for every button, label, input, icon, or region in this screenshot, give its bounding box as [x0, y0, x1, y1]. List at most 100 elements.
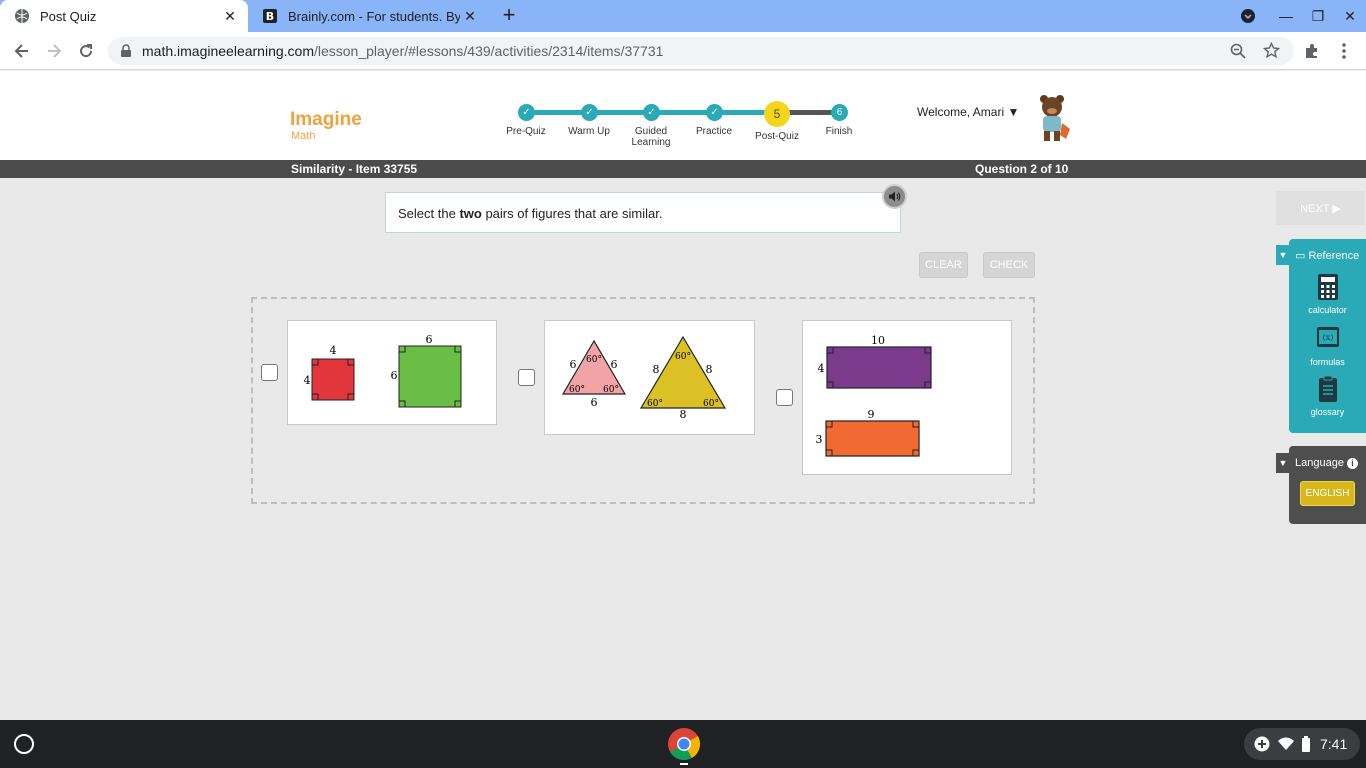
triangles-figure: 6 6 6 60° 60° 60° 8 8 8 60° 60° 60°	[561, 335, 727, 421]
option-1-squares-card[interactable]: 4 4 6 6	[287, 320, 497, 425]
user-menu[interactable]: Welcome, Amari ▼	[917, 105, 1019, 119]
reference-collapse-toggle[interactable]: ▼	[1276, 245, 1290, 265]
calculator-icon	[1316, 273, 1340, 301]
address-bar[interactable]: math.imagineelearning.com/lesson_player/…	[108, 37, 1294, 65]
browser-tab-bar: Post Quiz ✕ B Brainly.com - For students…	[0, 0, 1366, 32]
svg-text:B: B	[266, 10, 274, 23]
small-triangle-right-angle: 60°	[603, 385, 619, 395]
step-post-quiz-current: 5	[764, 101, 790, 127]
small-triangle-base-label: 6	[591, 396, 598, 409]
small-triangle-top-angle: 60°	[586, 355, 602, 365]
small-square-left-label: 4	[304, 374, 311, 387]
large-triangle-right-label: 8	[706, 363, 713, 376]
small-triangle-left-angle: 60°	[569, 385, 585, 395]
formulas-label: formulas	[1310, 357, 1345, 367]
clock: 7:41	[1320, 736, 1348, 752]
tab-brainly[interactable]: B Brainly.com - For students. By st ✕	[248, 0, 488, 32]
step-warm-up-check-icon: ✓	[581, 104, 598, 121]
close-icon[interactable]: ✕	[460, 6, 480, 26]
lock-icon	[120, 44, 132, 63]
speaker-icon[interactable]	[882, 184, 907, 209]
step-label: Pre-Quiz	[506, 126, 546, 137]
globe-icon	[14, 8, 30, 24]
close-window-icon[interactable]: ✕	[1340, 6, 1360, 26]
tab-search-icon[interactable]	[1238, 6, 1258, 26]
step-label: Warm Up	[568, 126, 610, 137]
bottom-rectangle	[825, 420, 920, 457]
svg-text:(x): (x)	[1322, 333, 1333, 342]
logo: Imagine	[290, 109, 362, 130]
glossary-icon	[1316, 375, 1340, 403]
forward-icon[interactable]	[41, 38, 67, 64]
battery-icon	[1302, 736, 1310, 757]
book-icon: ▭	[1295, 250, 1306, 262]
question-counter: Question 2 of 10	[975, 162, 1069, 176]
large-square-left-label: 6	[391, 369, 398, 382]
formulas-icon: (x)	[1316, 325, 1340, 353]
clear-button[interactable]: CLEAR	[919, 252, 968, 278]
large-triangle-left-angle: 60°	[647, 399, 663, 409]
top-rectangle-width-label: 10	[871, 334, 885, 347]
small-square-top-label: 4	[330, 344, 337, 357]
calculator-label: calculator	[1308, 305, 1347, 315]
tab-post-quiz[interactable]: Post Quiz ✕	[0, 0, 248, 32]
step-guided-learning-check-icon: ✓	[643, 104, 660, 121]
english-language-button[interactable]: ENGLISH	[1300, 481, 1355, 506]
option-2-checkbox[interactable]	[518, 369, 535, 386]
os-taskbar: 7:41	[0, 720, 1366, 768]
glossary-button[interactable]: glossary	[1289, 375, 1366, 417]
chrome-icon[interactable]	[667, 727, 701, 765]
step-label: Post-Quiz	[755, 131, 799, 142]
welcome-text: Welcome, Amari	[917, 105, 1005, 119]
option-3-rectangles-card[interactable]: 10 4 9 3	[802, 320, 1012, 475]
step-practice-check-icon: ✓	[706, 104, 723, 121]
launcher-icon[interactable]	[14, 734, 34, 754]
close-icon[interactable]: ✕	[220, 6, 240, 26]
extensions-icon[interactable]	[1299, 38, 1325, 64]
large-square	[398, 345, 462, 408]
bookmark-star-icon[interactable]	[1262, 41, 1281, 64]
url-text: math.imagineelearning.com/lesson_player/…	[142, 43, 664, 59]
top-rectangle-height-label: 4	[818, 362, 825, 375]
menu-icon[interactable]	[1331, 38, 1357, 64]
glossary-label: glossary	[1310, 407, 1345, 417]
caret-down-icon: ▼	[1007, 105, 1020, 119]
new-tab-button[interactable]: +	[498, 4, 520, 27]
next-button[interactable]: NEXT ▶	[1276, 191, 1365, 225]
item-title: Similarity - Item 33755	[291, 162, 418, 176]
option-1-checkbox[interactable]	[261, 364, 278, 381]
language-collapse-toggle[interactable]: ▼	[1276, 453, 1290, 473]
option-3-checkbox[interactable]	[776, 389, 793, 406]
minimize-icon[interactable]: —	[1276, 6, 1296, 26]
reference-title[interactable]: ▭ Reference	[1295, 249, 1359, 262]
running-indicator	[680, 763, 688, 765]
step-label: Guided Learning	[631, 126, 671, 148]
language-title: Language i	[1295, 457, 1359, 469]
avatar[interactable]	[1032, 93, 1072, 145]
browser-toolbar: math.imagineelearning.com/lesson_player/…	[0, 32, 1366, 70]
step-label: Finish	[825, 126, 853, 137]
wifi-icon	[1278, 737, 1294, 756]
restore-icon[interactable]: ❐	[1308, 6, 1328, 26]
info-icon[interactable]: i	[1347, 458, 1359, 469]
bottom-rectangle-width-label: 9	[868, 408, 875, 421]
large-triangle-right-angle: 60°	[703, 399, 719, 409]
tab-title: Post Quiz	[40, 8, 97, 24]
language-panel: Language i ENGLISH	[1289, 446, 1366, 524]
step-label: Practice	[695, 126, 733, 137]
calculator-button[interactable]: calculator	[1289, 273, 1366, 315]
option-2-triangles-card[interactable]: 6 6 6 60° 60° 60° 8 8 8 60° 60° 60°	[544, 320, 755, 435]
small-triangle-right-label: 6	[611, 358, 618, 371]
app-header: Imagine Math ✓ ✓ ✓ ✓ 5 6 Pre-Quiz Warm U…	[0, 71, 1366, 160]
step-pre-quiz-check-icon: ✓	[518, 104, 535, 121]
brainly-icon: B	[262, 8, 278, 24]
logo-subtitle: Math	[291, 130, 316, 142]
check-button[interactable]: CHECK	[983, 252, 1035, 278]
squares-figure: 4 4 6 6	[304, 333, 462, 408]
zoom-icon[interactable]	[1230, 43, 1246, 64]
reload-icon[interactable]	[73, 38, 99, 64]
back-icon[interactable]	[9, 38, 35, 64]
lesson-title-bar: Similarity - Item 33755 Question 2 of 10	[0, 160, 1366, 178]
formulas-button[interactable]: (x) formulas	[1289, 325, 1366, 367]
status-tray[interactable]: 7:41	[1244, 728, 1360, 760]
